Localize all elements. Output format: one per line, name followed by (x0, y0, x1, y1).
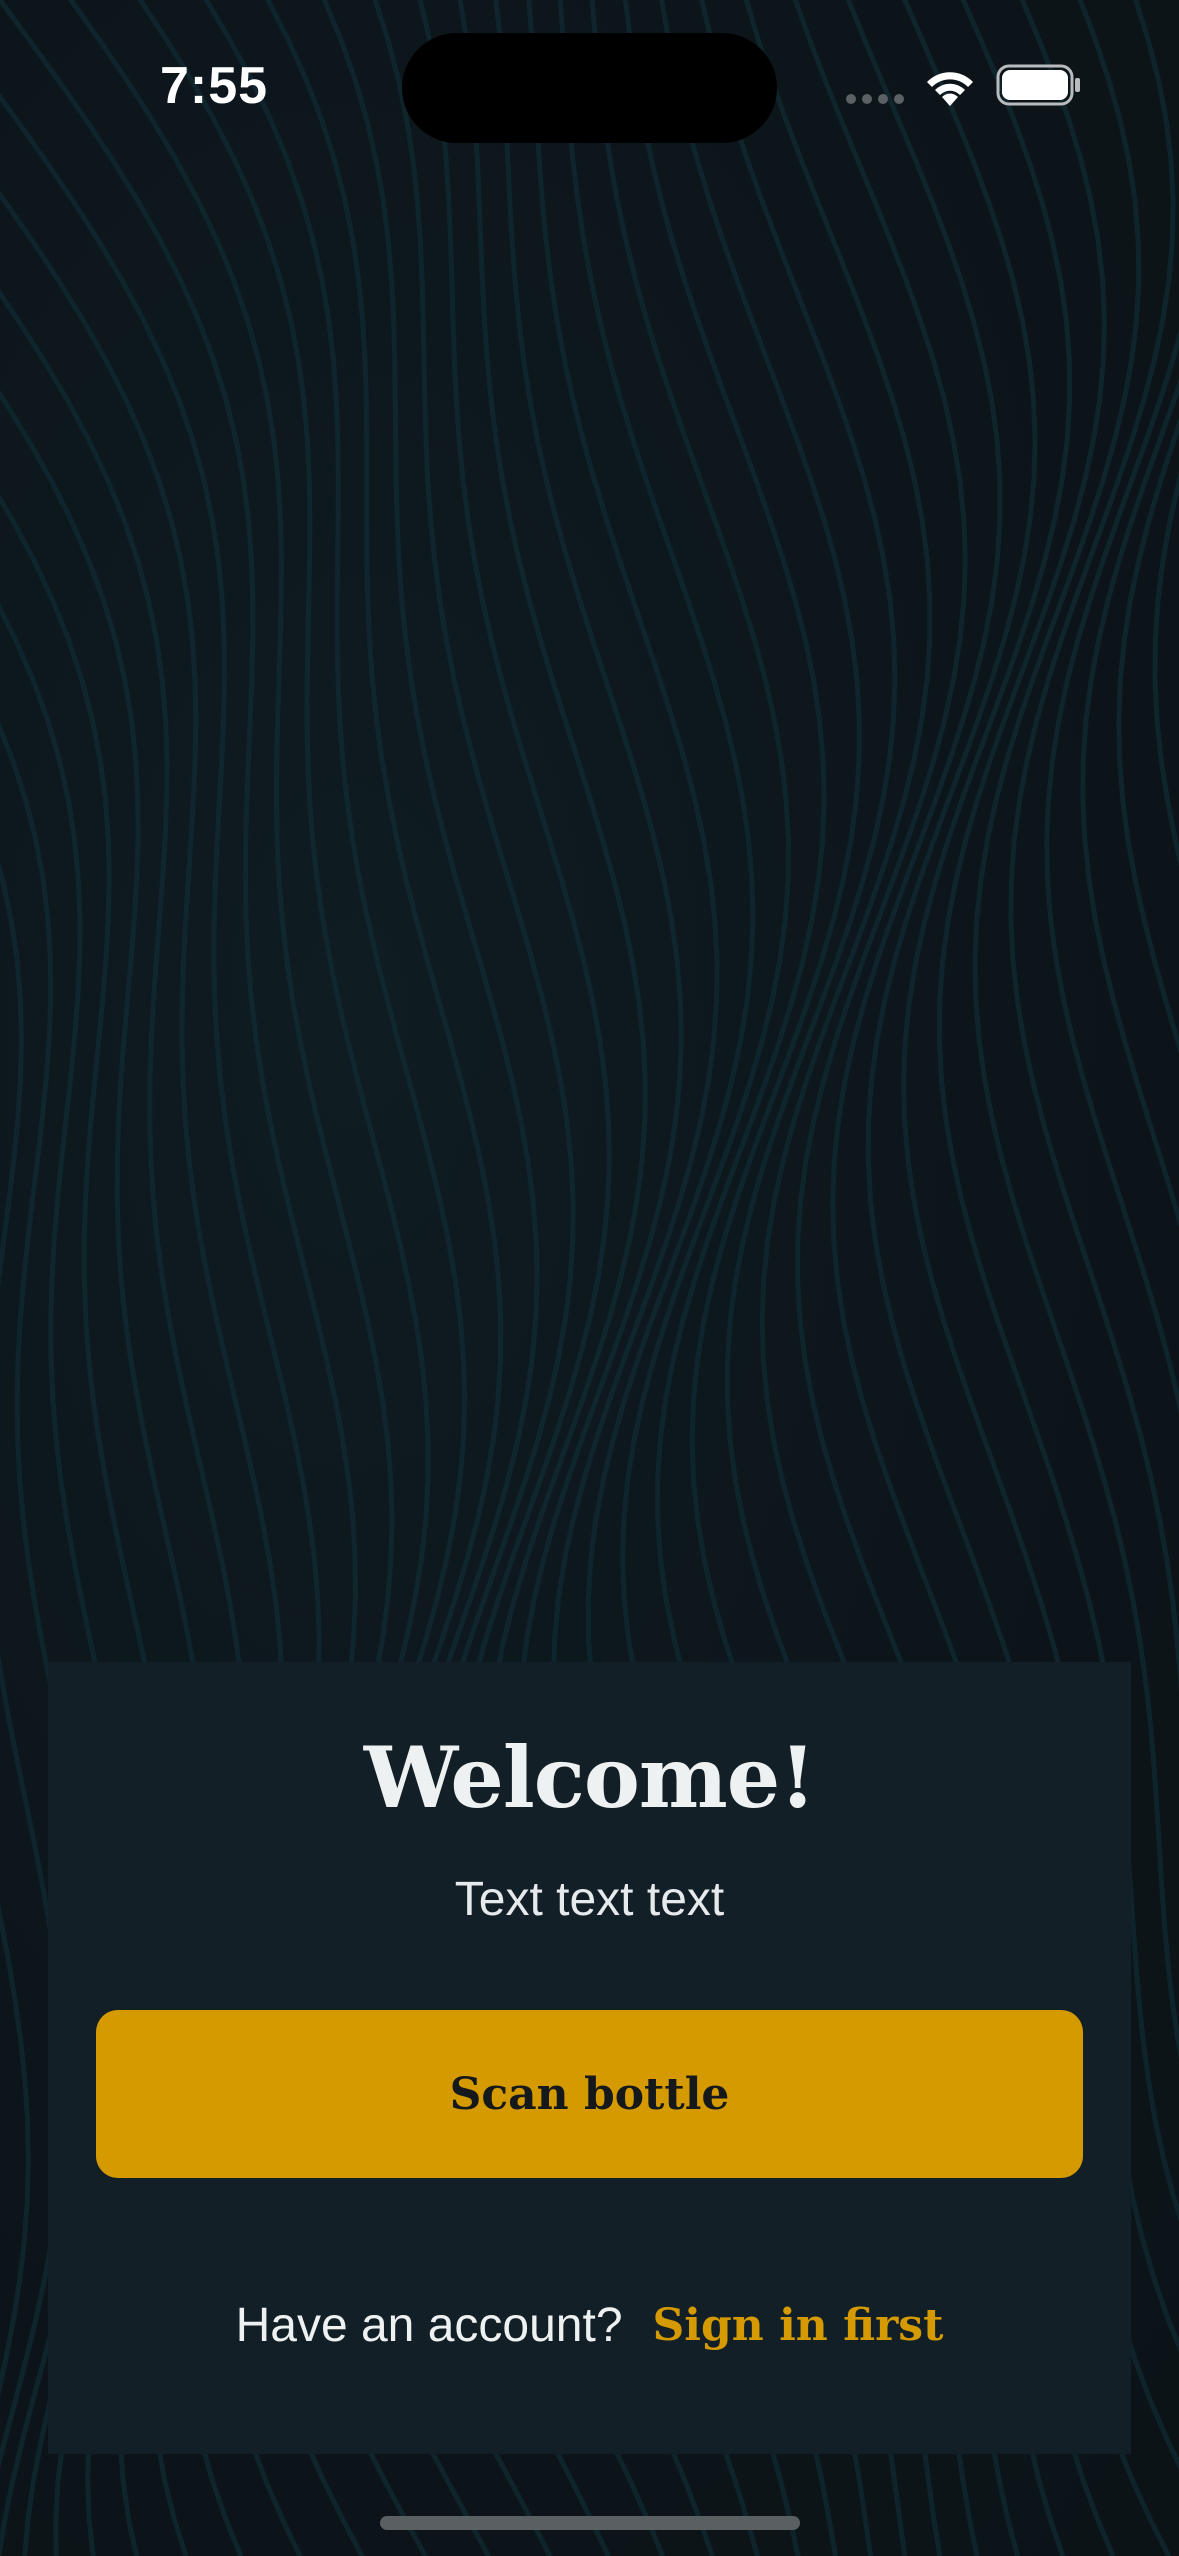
account-question-text: Have an account? (235, 2298, 623, 2352)
dynamic-island (402, 33, 777, 143)
battery-icon (996, 64, 1080, 106)
welcome-subtitle: Text text text (454, 1873, 725, 1926)
home-indicator[interactable] (380, 2516, 800, 2530)
wifi-icon (927, 72, 973, 106)
status-time: 7:55 (160, 57, 269, 115)
welcome-screen: 7:55 Welcome! Text text text Scan bottle… (0, 0, 1179, 2556)
status-bar: 7:55 (0, 0, 1179, 150)
welcome-title: Welcome! (363, 1728, 816, 1827)
cellular-signal-icon (846, 94, 904, 104)
scan-bottle-button-label: Scan bottle (449, 2068, 730, 2120)
sign-in-link[interactable]: Sign in first (653, 2300, 944, 2351)
scan-bottle-button[interactable]: Scan bottle (96, 2010, 1083, 2178)
account-row: Have an account? Sign in first (0, 2290, 1179, 2360)
